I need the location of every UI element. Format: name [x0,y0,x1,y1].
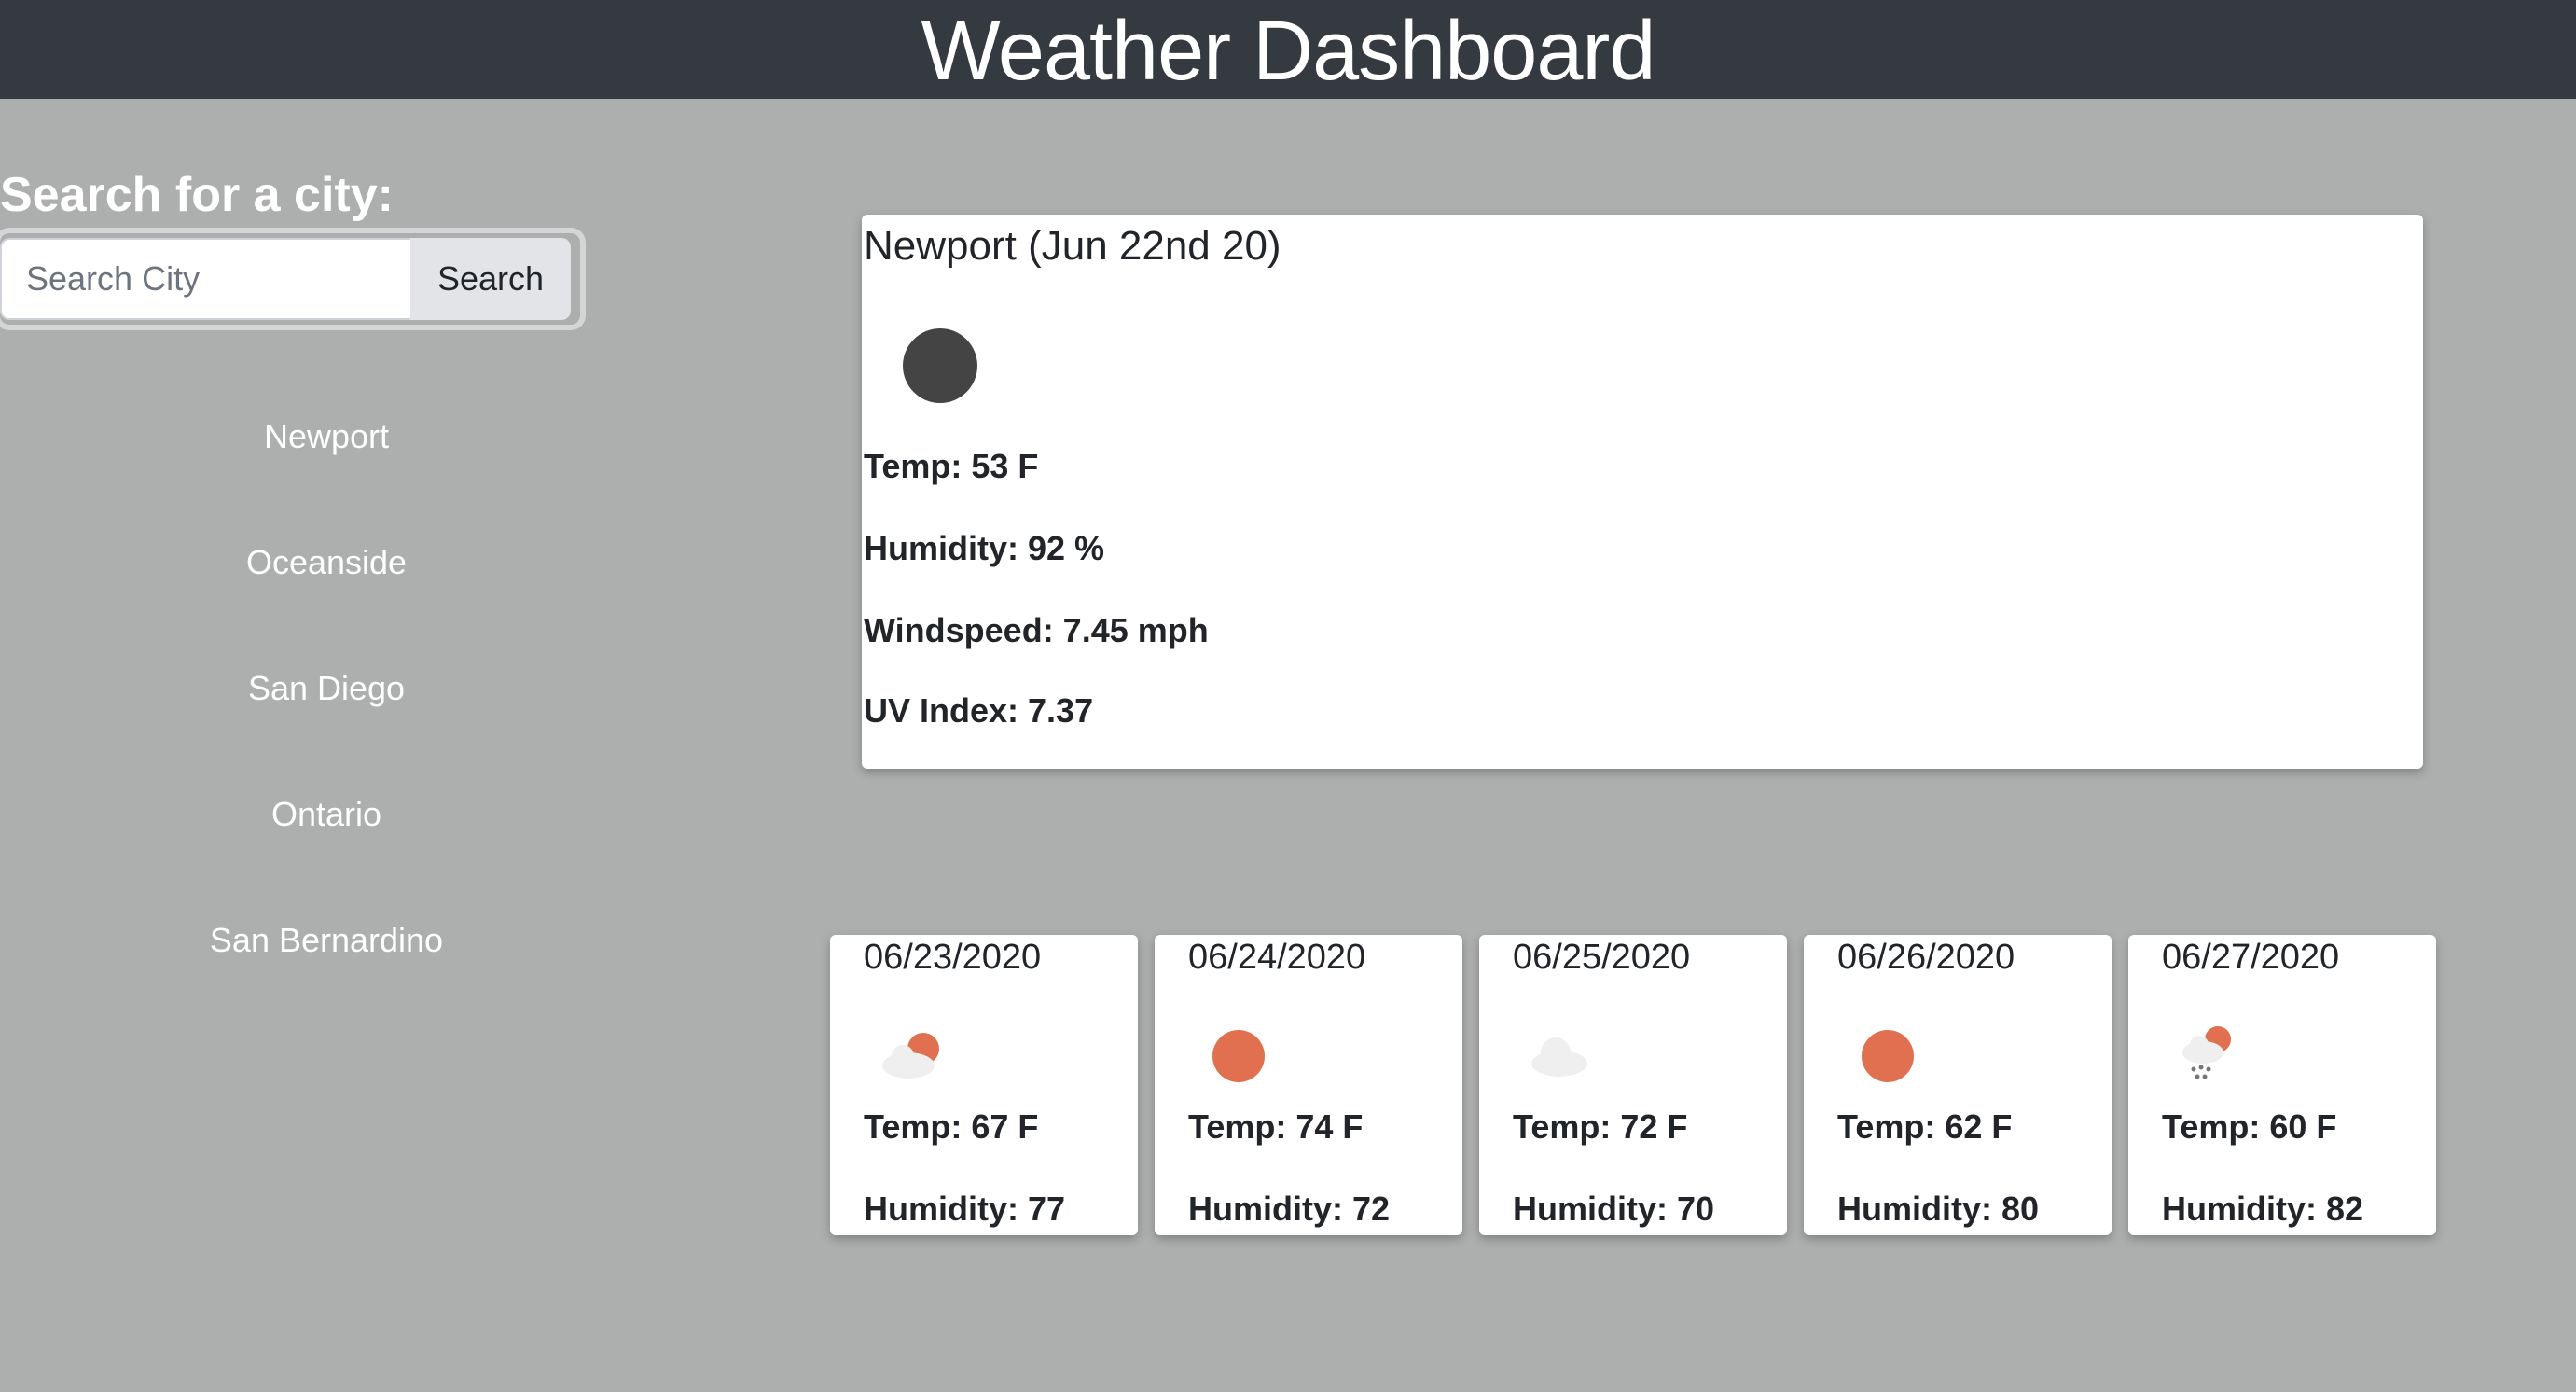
city-item-san-diego[interactable]: San Diego [0,653,653,779]
forecast-card: 06/26/2020 Temp: 62 F Humidity: 80 [1804,935,2112,1235]
forecast-temp: Temp: 74 F [1188,1107,1364,1146]
current-weather-card: Newport (Jun 22nd 20) Temp: 53 F Humidit… [862,215,2423,769]
forecast-card: 06/25/2020 Temp: 72 F Humidity: 70 [1479,935,1787,1235]
city-item-oceanside[interactable]: Oceanside [0,527,653,653]
city-history-list: Newport Oceanside San Diego Ontario San … [0,401,653,1031]
search-input[interactable] [0,238,410,320]
partly-cloudy-icon [877,1026,951,1082]
cloud-icon [1526,1026,1600,1082]
forecast-temp: Temp: 60 F [2162,1107,2337,1146]
forecast-humidity: Humidity: 82 [2162,1190,2364,1228]
current-windspeed: Windspeed: 7.45 mph [864,611,1209,649]
city-item-ontario[interactable]: Ontario [0,779,653,905]
search-group: Search [0,233,580,325]
forecast-date: 06/27/2020 [2162,938,2340,977]
current-city-title: Newport (Jun 22nd 20) [864,223,1281,269]
forecast-date: 06/23/2020 [864,938,1042,977]
search-heading: Search for a city: [0,168,394,222]
forecast-card: 06/27/2020 Temp: 60 F Humidity: 82 [2128,935,2436,1235]
forecast-temp: Temp: 67 F [864,1107,1039,1146]
forecast-card: 06/24/2020 Temp: 74 F Humidity: 72 [1155,935,1462,1235]
forecast-humidity: Humidity: 77 [864,1190,1066,1228]
forecast-card: 06/23/2020 Temp: 67 F Humidity: 77 [830,935,1138,1235]
forecast-humidity: Humidity: 80 [1837,1190,2040,1228]
forecast-date: 06/24/2020 [1188,938,1366,977]
forecast-humidity: Humidity: 70 [1513,1190,1715,1228]
sun-icon [1850,1026,1925,1082]
forecast-temp: Temp: 62 F [1837,1107,2013,1146]
moon-night-icon [903,328,977,403]
search-button[interactable]: Search [410,238,571,320]
city-item-newport[interactable]: Newport [0,401,653,527]
forecast-date: 06/25/2020 [1513,938,1691,977]
page-header: Weather Dashboard [0,0,2576,99]
current-temp: Temp: 53 F [864,447,1039,485]
forecast-temp: Temp: 72 F [1513,1107,1688,1146]
city-item-san-bernardino[interactable]: San Bernardino [0,905,653,1031]
page-title: Weather Dashboard [921,5,1656,98]
forecast-humidity: Humidity: 72 [1188,1190,1391,1228]
sun-icon [1201,1026,1276,1082]
current-humidity: Humidity: 92 % [864,529,1105,567]
rain-sun-icon [2175,1026,2250,1082]
forecast-date: 06/26/2020 [1837,938,2015,977]
current-uv-index: UV Index: 7.37 [864,691,1094,730]
